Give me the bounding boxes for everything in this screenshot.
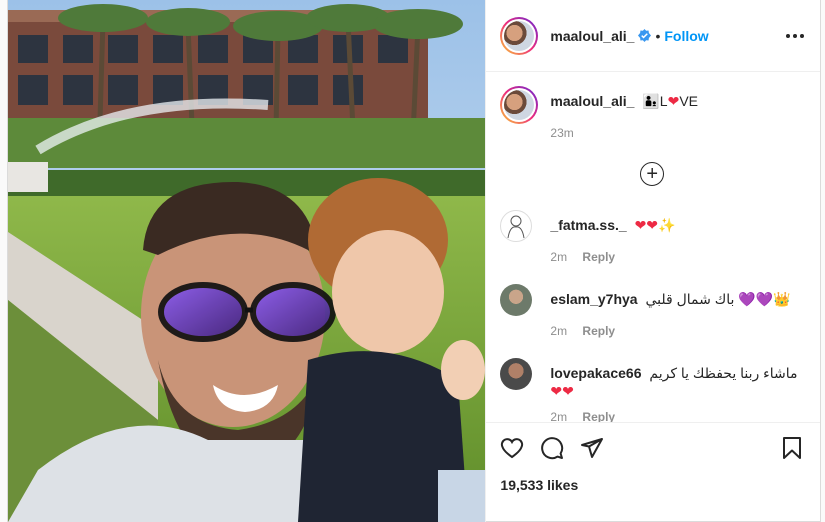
comment-item: lovepakace66 ماشاء ربنا يحفظك يا كريم ❤❤… xyxy=(500,358,804,422)
author-username[interactable]: maaloul_ali_ xyxy=(550,28,634,44)
plus-circle-icon[interactable]: + xyxy=(640,162,665,186)
post-side-panel: maaloul_ali_ • Follow maaloul_ali_ 👨‍👦L❤… xyxy=(485,0,820,522)
caption-username[interactable]: maaloul_ali_ xyxy=(550,93,634,109)
caption-tail: VE xyxy=(679,93,698,109)
verified-badge-icon xyxy=(638,29,652,42)
comment-avatar[interactable] xyxy=(500,210,533,242)
instagram-post: maaloul_ali_ • Follow maaloul_ali_ 👨‍👦L❤… xyxy=(7,0,821,522)
reply-button[interactable]: Reply xyxy=(582,250,615,264)
comment-item: eslam_y7hya باك شمال قلبي 💜💜👑 2m Reply xyxy=(500,284,804,340)
more-options-icon[interactable] xyxy=(786,33,804,38)
comment-item: _fatma.ss._ ❤❤✨ 2m Reply xyxy=(500,210,804,266)
comment-avatar[interactable] xyxy=(500,284,533,316)
separator-dot: • xyxy=(655,27,661,44)
comment-timestamp: 2m xyxy=(550,250,568,264)
reply-button[interactable]: Reply xyxy=(582,410,615,422)
caption-author-avatar[interactable] xyxy=(500,86,539,124)
comment-text: ماشاء ربنا يحفظك يا كريم xyxy=(649,365,798,381)
family-emoji: 👨‍👦 xyxy=(642,93,660,109)
heart-icon[interactable] xyxy=(500,436,524,460)
comment-icon[interactable] xyxy=(540,436,564,460)
share-icon[interactable] xyxy=(580,436,604,460)
bookmark-icon[interactable] xyxy=(780,436,804,460)
heart-emoji: ❤ xyxy=(667,93,680,109)
author-avatar[interactable] xyxy=(500,16,539,55)
purple-heart-emoji: 💜💜 xyxy=(738,291,774,307)
comment-username[interactable]: eslam_y7hya xyxy=(550,291,637,307)
comment-username[interactable]: _fatma.ss._ xyxy=(550,217,626,233)
post-actions: 19,533 likes xyxy=(486,422,820,522)
comment-username[interactable]: lovepakace66 xyxy=(550,365,641,381)
heart-emoji: ❤❤ xyxy=(634,217,659,233)
post-header: maaloul_ali_ • Follow xyxy=(486,0,820,72)
post-caption: maaloul_ali_ 👨‍👦L❤VE 23m xyxy=(500,86,804,142)
caption-timestamp: 23m xyxy=(550,126,574,140)
comment-text: باك شمال قلبي xyxy=(645,291,735,307)
sparkles-emoji: ✨ xyxy=(658,217,676,233)
comment-timestamp: 2m xyxy=(550,324,568,338)
follow-button[interactable]: Follow xyxy=(664,28,708,44)
selfie-image xyxy=(8,0,486,522)
reply-button[interactable]: Reply xyxy=(582,324,615,338)
comment-avatar[interactable] xyxy=(500,358,533,390)
comment-timestamp: 2m xyxy=(550,410,568,422)
post-photo[interactable] xyxy=(8,0,486,522)
heart-emoji: ❤❤ xyxy=(550,383,574,399)
load-more-comments[interactable]: + xyxy=(500,162,804,186)
caption-text: L xyxy=(659,93,668,109)
comments-list: maaloul_ali_ 👨‍👦L❤VE 23m + _fatma.ss._ xyxy=(486,72,820,422)
likes-count[interactable]: 19,533 likes xyxy=(500,477,804,493)
crown-emoji: 👑 xyxy=(773,291,791,307)
